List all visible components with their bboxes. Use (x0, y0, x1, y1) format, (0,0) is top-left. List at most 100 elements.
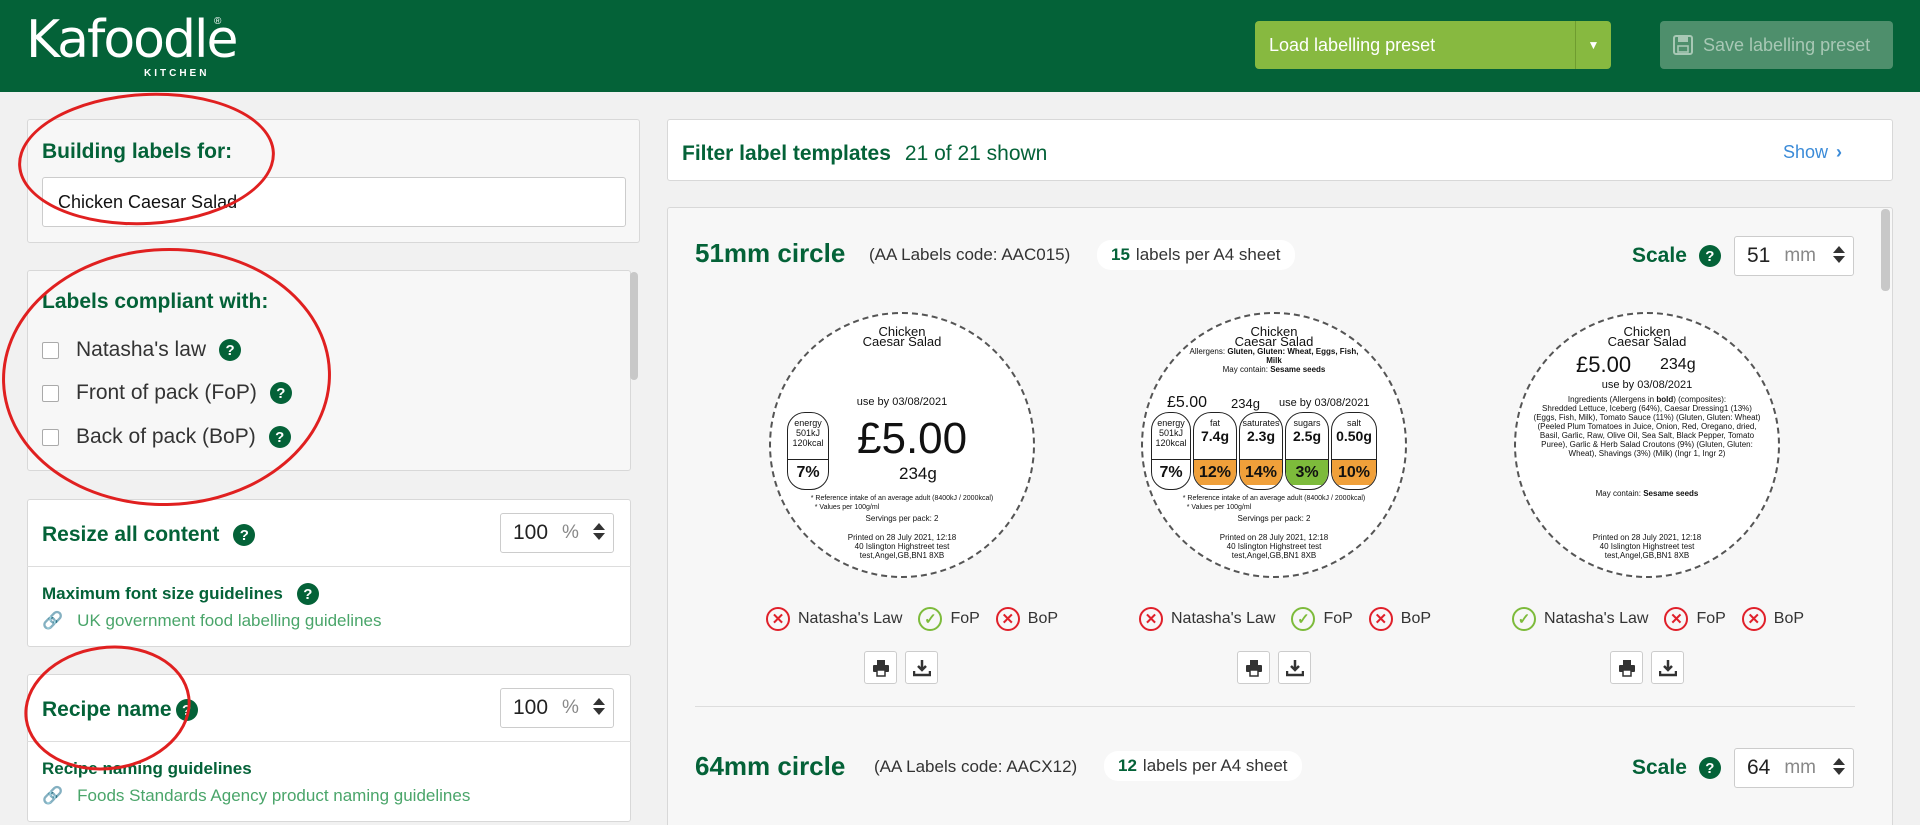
recipe-name-stepper[interactable]: 100 % (500, 688, 614, 728)
per-sheet-text: labels per A4 sheet (1135, 245, 1281, 264)
aa-code: (AA Labels code: AAC015) (869, 245, 1071, 264)
logo-subtitle: KITCHEN (144, 68, 210, 79)
download-button[interactable] (1278, 651, 1311, 684)
scale-value: 64 (1747, 756, 1771, 779)
load-preset-button[interactable]: Load labelling preset ▼ (1255, 21, 1611, 69)
compliance-row-3: ✓ Natasha's Law ✕ FoP ✕ BoP (1504, 607, 1804, 631)
nutrient-pct: 10% (1332, 459, 1376, 485)
resize-heading-row: Resize all content ? (42, 523, 256, 547)
label-price: £5.00 (1576, 352, 1632, 377)
uk-guidelines-link[interactable]: 🔗 UK government food labelling guideline… (42, 611, 381, 631)
energy-pct: 7% (788, 459, 828, 485)
print-button[interactable] (1610, 651, 1643, 684)
resize-value: 100 (513, 521, 549, 544)
fail-icon: ✕ (1368, 607, 1393, 631)
nutrient-pill-fat: fat 7.4g 12% (1193, 412, 1237, 490)
resize-stepper[interactable]: 100 % (500, 513, 614, 553)
stepper-arrows[interactable] (1833, 246, 1845, 263)
scale-value: 51 (1747, 244, 1771, 267)
energy-kj: 501kJ (795, 428, 821, 438)
help-icon[interactable]: ? (296, 583, 319, 605)
pass-icon: ✓ (1291, 607, 1316, 631)
recipe-name-value: 100 (513, 696, 549, 719)
stepper-arrows[interactable] (593, 523, 605, 540)
address-2: test,Angel,GB,BN1 8XB (1604, 551, 1690, 560)
label-preview-price[interactable]: Chicken Caesar Salad use by 03/08/2021 e… (769, 312, 1035, 578)
chevron-down-icon[interactable]: ▼ (1575, 21, 1611, 69)
template-title: 64mm circle (695, 751, 846, 781)
download-button[interactable] (905, 651, 938, 684)
nutrient-value: 2.3g (1246, 428, 1275, 444)
max-font-heading-row: Maximum font size guidelines ? (42, 583, 319, 605)
print-button[interactable] (864, 651, 897, 684)
energy-pill: energy 501kJ 120kcal 7% (1151, 412, 1191, 490)
max-font-heading: Maximum font size guidelines (42, 584, 283, 603)
label-preview-ingredients[interactable]: Chicken Caesar Salad £5.00 234g use by 0… (1514, 312, 1780, 578)
use-by: use by 03/08/2021 (856, 396, 948, 408)
download-icon (1285, 659, 1304, 676)
allergens-prefix: Allergens: (1189, 347, 1226, 356)
energy-kj: 501kJ (1158, 428, 1184, 438)
per-100: * Values per 100g/ml (1186, 504, 1252, 511)
stepper-arrows[interactable] (1833, 758, 1845, 775)
print-button[interactable] (1237, 651, 1270, 684)
printer-icon (872, 659, 889, 677)
use-by: use by 03/08/2021 (1601, 379, 1693, 391)
scale-stepper[interactable]: 51 mm (1734, 236, 1854, 276)
compliance-natasha: Natasha's Law (798, 610, 903, 627)
scale-label: Scale (1632, 244, 1687, 267)
address-2: test,Angel,GB,BN1 8XB (1231, 551, 1317, 560)
help-icon[interactable]: ? (1698, 757, 1721, 779)
fail-icon: ✕ (995, 607, 1020, 631)
filter-heading: Filter label templates (682, 142, 891, 165)
nutrient-name: sugars (1293, 418, 1321, 428)
nutrient-pill-saturates: saturates 2.3g 14% (1239, 412, 1283, 490)
kafoodle-logo[interactable]: Kafoodle ® KITCHEN (26, 10, 238, 79)
logo-text: Kafoodle (26, 10, 238, 70)
compliance-natasha: Natasha's Law (1544, 610, 1649, 627)
filter-show-button[interactable]: Show › (1783, 142, 1842, 163)
stepper-arrows[interactable] (593, 698, 605, 715)
nutrient-top: saturates 2.3g (1240, 413, 1282, 459)
download-button[interactable] (1651, 651, 1684, 684)
energy-top: energy 501kJ 120kcal (788, 413, 828, 459)
energy-kcal: 120kcal (792, 438, 824, 448)
divider (695, 706, 1855, 707)
templates-scrollbar[interactable] (1881, 209, 1890, 291)
printed-on: Printed on 28 July 2021, 12:18 (1592, 533, 1702, 542)
save-preset-button[interactable]: Save labelling preset (1660, 21, 1893, 69)
fail-icon: ✕ (766, 607, 790, 631)
download-icon (912, 659, 931, 676)
show-label: Show (1783, 142, 1829, 162)
fail-icon: ✕ (1741, 607, 1766, 631)
servings: Servings per pack: 2 (1237, 514, 1311, 523)
nutrient-name: saturates (1242, 418, 1280, 428)
per-sheet-badge: 15 labels per A4 sheet (1097, 240, 1295, 270)
percent-unit: % (562, 697, 579, 718)
nutrient-pct: 12% (1194, 459, 1236, 485)
help-icon[interactable]: ? (1698, 245, 1721, 267)
nutrient-value: 0.50g (1336, 428, 1372, 444)
energy-pill: energy 501kJ 120kcal 7% (787, 412, 829, 490)
nutrient-pct: 3% (1286, 459, 1328, 485)
allergens: Allergens: Gluten, Gluten: Wheat, Eggs, … (1143, 347, 1405, 365)
help-icon[interactable]: ? (233, 524, 256, 546)
scale-label: Scale (1632, 756, 1687, 779)
label-weight: 234g (1231, 396, 1260, 411)
compliance-natasha: Natasha's Law (1171, 610, 1276, 627)
per-sheet-count: 12 (1118, 756, 1137, 775)
energy-kcal: 120kcal (1155, 438, 1187, 448)
nutrient-pct: 14% (1240, 459, 1282, 485)
label-price: £5.00 (1167, 394, 1208, 411)
compliance-row-2: ✕ Natasha's Law ✓ FoP ✕ BoP (1131, 607, 1431, 631)
scale-stepper[interactable]: 64 mm (1734, 748, 1854, 788)
ingredients-heading: Ingredients (Allergens in bold) (composi… (1516, 395, 1778, 404)
nutrient-top: fat 7.4g (1194, 413, 1236, 459)
sidebar-scrollbar[interactable] (630, 272, 638, 380)
label-preview-fop[interactable]: Chicken Caesar Salad Allergens: Gluten, … (1141, 312, 1407, 578)
label-weight: 234g (1660, 356, 1696, 373)
fsa-guidelines-link[interactable]: 🔗 Foods Standards Agency product naming … (42, 786, 470, 806)
may-contain-prefix: May contain: (1222, 365, 1268, 374)
aa-code: (AA Labels code: AACX12) (874, 757, 1078, 776)
address-1: 40 Islington Highstreet test (1599, 542, 1695, 551)
